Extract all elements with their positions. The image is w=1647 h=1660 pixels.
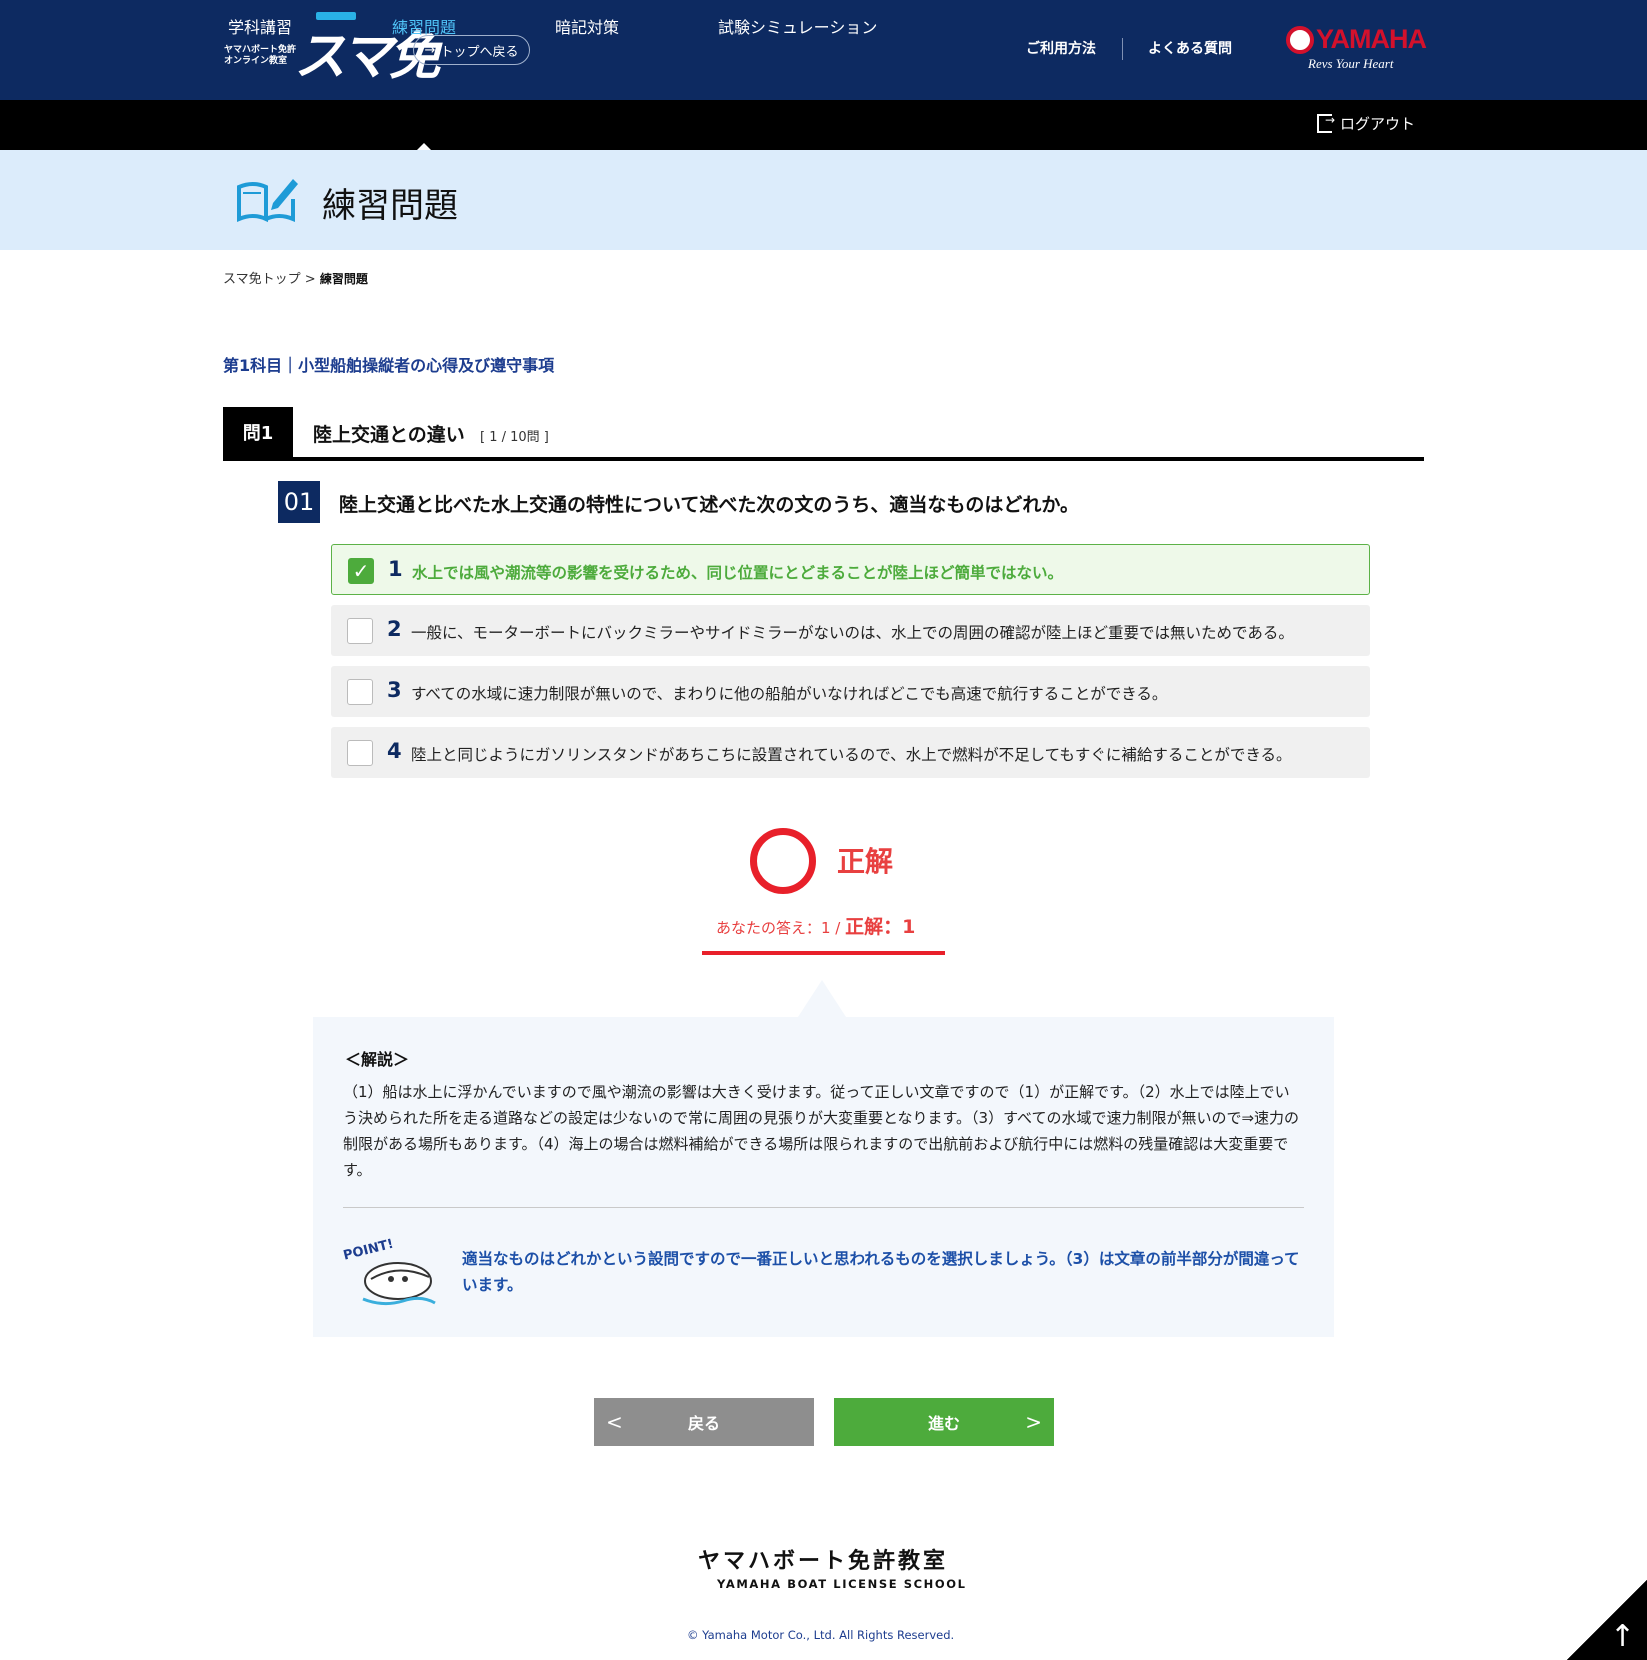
option-number: 2 xyxy=(387,617,402,641)
checkbox[interactable] xyxy=(347,740,373,766)
option-number: 3 xyxy=(387,678,402,702)
brand-name: YAMAHA xyxy=(1316,24,1427,54)
logo-subtitle-line2: オンライン教室 xyxy=(224,56,288,66)
question-title: 陸上交通との違い xyxy=(313,424,465,446)
logout-button[interactable]: ログアウト xyxy=(1317,113,1415,134)
book-pen-icon xyxy=(237,179,298,223)
result-label: 正解 xyxy=(837,845,894,878)
nav-item-memorize[interactable]: 暗記対策 xyxy=(555,14,619,38)
explanation-text: （1）船は水上に浮かんでいますので風や潮流の影響は大きく受けます。従って正しい文… xyxy=(343,1083,1300,1179)
page-title: 練習問題 xyxy=(322,186,458,226)
explanation-pointer xyxy=(798,980,846,1017)
answer-option-1[interactable]: ✓ 1 水上では風や潮流等の影響を受けるため、同じ位置にとどまることが陸上ほど簡… xyxy=(331,544,1370,595)
explanation-heading: ＜解説＞ xyxy=(345,1050,410,1069)
option-text: 水上では風や潮流等の影響を受けるため、同じ位置にとどまることが陸上ほど簡単ではな… xyxy=(412,564,1064,582)
correct-circle-icon xyxy=(750,828,816,894)
next-label: 進む xyxy=(927,1414,960,1433)
subject-heading: 第1科目｜小型船舶操縦者の心得及び遵守事項 xyxy=(223,356,555,375)
answer-option-2[interactable]: 2 一般に、モーターボートにバックミラーやサイドミラーがないのは、水上での周囲の… xyxy=(331,605,1370,656)
nav-item-practice[interactable]: 練習問題 xyxy=(392,14,456,38)
option-text: すべての水域に速力制限が無いので、まわりに他の船舶がいなければどこでも高速で航行… xyxy=(411,685,1168,703)
boat-icon xyxy=(316,12,356,20)
active-nav-indicator xyxy=(417,143,431,150)
question-text: 陸上交通と比べた水上交通の特性について述べた次の文のうち、適当なものはどれか。 xyxy=(339,494,1080,516)
breadcrumb: スマ免トップ > 練習問題 xyxy=(223,268,368,287)
logo-subtitle-line1: ヤマハボート免許 xyxy=(224,45,297,55)
breadcrumb-separator: > xyxy=(304,272,316,287)
breadcrumb-current: 練習問題 xyxy=(319,272,368,286)
checkbox[interactable] xyxy=(347,679,373,705)
explanation-divider xyxy=(343,1207,1304,1208)
chevron-left-icon: < xyxy=(606,1410,623,1434)
back-button[interactable]: < 戻る xyxy=(594,1398,814,1446)
answer-option-3[interactable]: 3 すべての水域に速力制限が無いので、まわりに他の船舶がいなければどこでも高速で… xyxy=(331,666,1370,717)
question-label: 問1 xyxy=(223,407,293,457)
footer-school-name-en: YAMAHA BOAT LICENSE SCHOOL xyxy=(717,1577,967,1591)
option-number: 4 xyxy=(387,739,402,763)
page-top-button[interactable]: ↑ xyxy=(1567,1580,1647,1660)
tuning-fork-icon xyxy=(1286,26,1314,54)
footer-school-name: ヤマハボート免許教室 xyxy=(698,1549,949,1574)
correct-answer: 正解：1 xyxy=(845,916,916,938)
point-badge: POINT! xyxy=(343,1237,395,1264)
logout-icon xyxy=(1317,113,1335,133)
question-count: [ 1 / 10問 ] xyxy=(480,430,549,445)
answer-summary: あなたの答え：1 / 正解：1 xyxy=(716,912,915,939)
option-text: 一般に、モーターボートにバックミラーやサイドミラーがないのは、水上での周囲の確認… xyxy=(411,624,1294,642)
option-text: 陸上と同じようにガソリンスタンドがあちこちに設置されているので、水上で燃料が不足… xyxy=(411,746,1292,764)
brand-tagline: Revs Your Heart xyxy=(1308,56,1394,71)
back-to-top-label: トップへ戻る xyxy=(440,44,519,60)
back-to-top-button[interactable]: → トップへ戻る xyxy=(413,35,530,65)
point-mascot-icon: POINT! xyxy=(343,1237,436,1306)
nav-item-lecture[interactable]: 学科講習 xyxy=(228,14,292,38)
faq-link[interactable]: よくある質問 xyxy=(1148,38,1232,58)
next-button[interactable]: 進む > xyxy=(834,1398,1054,1446)
your-answer: あなたの答え：1 / xyxy=(716,919,841,937)
nav-item-exam-simulation[interactable]: 試験シミュレーション xyxy=(718,14,877,38)
logout-label: ログアウト xyxy=(1340,115,1416,133)
point-text: 適当なものはどれかという設問ですので一番正しいと思われるものを選択しましょう。（… xyxy=(462,1250,1300,1294)
checkbox[interactable] xyxy=(347,618,373,644)
usage-link[interactable]: ご利用方法 xyxy=(1026,38,1096,58)
chevron-right-icon: > xyxy=(1025,1410,1042,1434)
arrow-up-icon: ↑ xyxy=(1609,1619,1635,1654)
header-divider xyxy=(1122,38,1123,60)
copyright: © Yamaha Motor Co., Ltd. All Rights Rese… xyxy=(687,1628,955,1642)
checked-checkbox-icon[interactable]: ✓ xyxy=(348,558,374,584)
question-number: 01 xyxy=(278,481,320,523)
arrow-right-icon: → xyxy=(424,42,436,58)
answer-underline xyxy=(702,951,945,955)
question-header-rule xyxy=(223,457,1424,461)
breadcrumb-home[interactable]: スマ免トップ xyxy=(223,272,301,287)
site-logo-subtitle: ヤマハボート免許 オンライン教室 xyxy=(224,45,296,67)
answer-option-4[interactable]: 4 陸上と同じようにガソリンスタンドがあちこちに設置されているので、水上で燃料が… xyxy=(331,727,1370,778)
option-number: 1 xyxy=(388,557,403,581)
back-label: 戻る xyxy=(687,1414,720,1433)
